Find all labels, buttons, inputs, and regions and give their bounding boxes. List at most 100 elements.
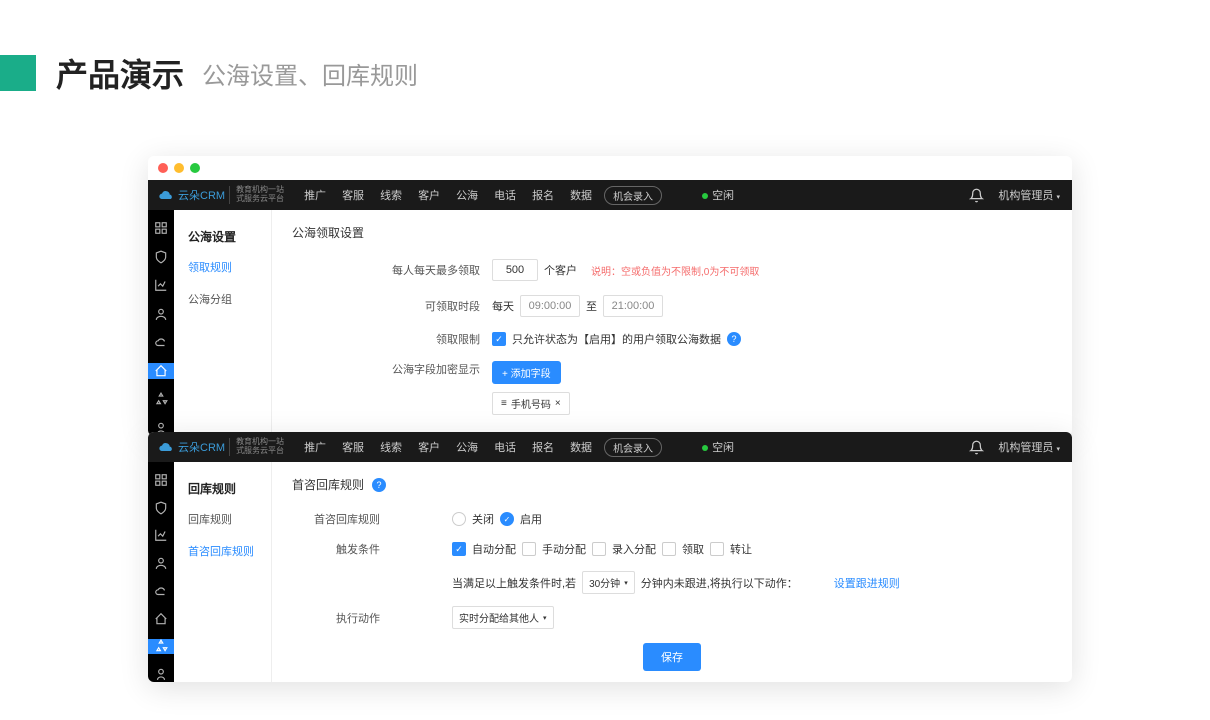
nav-item[interactable]: 线索 xyxy=(380,187,402,203)
user-icon[interactable] xyxy=(154,307,168,321)
mac-minimize-icon[interactable] xyxy=(174,163,184,173)
record-button[interactable]: 机会录入 xyxy=(604,438,662,457)
checkbox-enabled-only[interactable]: ✓ xyxy=(492,332,506,346)
subnav-item-claim-rules[interactable]: 领取规则 xyxy=(174,251,271,283)
nav-item[interactable]: 线索 xyxy=(380,439,402,455)
accent-block xyxy=(0,55,36,91)
radio-off[interactable] xyxy=(452,512,466,526)
logo-subtitle: 教育机构一站式服务云平台 xyxy=(229,438,284,456)
nav-item[interactable]: 推广 xyxy=(304,187,326,203)
help-icon[interactable]: ? xyxy=(727,332,741,346)
side-rail xyxy=(148,210,174,436)
radio-off-label: 关闭 xyxy=(472,511,494,527)
prefix-text: 每天 xyxy=(492,298,514,314)
bell-icon[interactable] xyxy=(969,188,984,203)
content-area: 首咨回库规则 ? 首咨回库规则 关闭 启用 触发条件 ✓自动分配 手动分配 录入… xyxy=(272,462,1072,682)
nav-item[interactable]: 报名 xyxy=(532,439,554,455)
slide-title: 产品演示 xyxy=(56,50,184,96)
window-return-rules: 云朵CRM 教育机构一站式服务云平台 推广 客服 线索 客户 公海 电话 报名 … xyxy=(148,432,1072,682)
record-button[interactable]: 机会录入 xyxy=(604,186,662,205)
shield-icon[interactable] xyxy=(154,501,168,515)
max-claim-input[interactable] xyxy=(492,259,538,281)
user-icon[interactable] xyxy=(154,556,168,570)
nav-item[interactable]: 推广 xyxy=(304,439,326,455)
nav-items: 推广 客服 线索 客户 公海 电话 报名 数据 xyxy=(294,439,592,455)
recycle-icon[interactable] xyxy=(154,392,168,406)
nav-item[interactable]: 客服 xyxy=(342,187,364,203)
window-gonghai-settings: 云朵CRM 教育机构一站式服务云平台 推广 客服 线索 客户 公海 电话 报名 … xyxy=(148,156,1072,436)
nav-item[interactable]: 报名 xyxy=(532,187,554,203)
status-indicator: 空闲 xyxy=(702,187,734,203)
shield-icon[interactable] xyxy=(154,250,168,264)
list-icon: ≡ xyxy=(501,398,507,409)
to-label: 至 xyxy=(586,298,597,314)
field-tag[interactable]: ≡手机号码× xyxy=(492,392,570,415)
help-icon[interactable]: ? xyxy=(372,478,386,492)
sub-nav: 公海设置 领取规则 公海分组 xyxy=(174,210,272,436)
time-to-input[interactable] xyxy=(603,295,663,317)
save-button[interactable]: 保存 xyxy=(643,643,701,671)
chart-icon[interactable] xyxy=(154,528,168,542)
status-indicator: 空闲 xyxy=(702,439,734,455)
nav-item[interactable]: 数据 xyxy=(570,187,592,203)
logo-text: 云朵CRM xyxy=(178,439,225,455)
chk-manual[interactable] xyxy=(522,542,536,556)
action-select[interactable]: 实时分配给其他人▾ xyxy=(452,606,554,629)
subnav-item-groups[interactable]: 公海分组 xyxy=(174,283,271,315)
subnav-item-first-consult[interactable]: 首咨回库规则 xyxy=(174,535,271,567)
remove-icon[interactable]: × xyxy=(555,398,561,409)
status-dot-icon xyxy=(702,193,708,199)
nav-item[interactable]: 客服 xyxy=(342,439,364,455)
recycle-icon[interactable] xyxy=(154,639,168,653)
user-menu[interactable]: 机构管理员 ▾ xyxy=(998,439,1060,455)
chk-claim[interactable] xyxy=(662,542,676,556)
home-icon[interactable] xyxy=(154,612,168,626)
chk-transfer[interactable] xyxy=(710,542,724,556)
time-from-input[interactable] xyxy=(520,295,580,317)
dashboard-icon[interactable] xyxy=(154,221,168,235)
status-dot-icon xyxy=(702,445,708,451)
user-menu[interactable]: 机构管理员 ▾ xyxy=(998,187,1060,203)
mac-close-icon[interactable] xyxy=(158,163,168,173)
logo: 云朵CRM 教育机构一站式服务云平台 xyxy=(148,186,294,204)
label-trigger: 触发条件 xyxy=(292,541,392,557)
label-time-range: 可领取时段 xyxy=(292,298,492,314)
nav-item[interactable]: 客户 xyxy=(418,187,440,203)
content-title: 首咨回库规则 ? xyxy=(292,476,1052,493)
logo-text: 云朵CRM xyxy=(178,187,225,203)
nav-item[interactable]: 电话 xyxy=(494,439,516,455)
content-area: 公海领取设置 每人每天最多领取 个客户 说明：空或负值为不限制,0为不可领取 可… xyxy=(272,210,1072,436)
hint-text: 说明：空或负值为不限制,0为不可领取 xyxy=(591,263,759,278)
cloud-icon[interactable] xyxy=(154,584,168,598)
condition-pre: 当满足以上触发条件时,若 xyxy=(452,575,576,591)
radio-on[interactable] xyxy=(500,512,514,526)
dashboard-icon[interactable] xyxy=(154,473,168,487)
person-icon xyxy=(154,667,168,681)
side-rail xyxy=(148,462,174,682)
subnav-title: 回库规则 xyxy=(174,474,271,503)
logo-subtitle: 教育机构一站式服务云平台 xyxy=(229,186,284,204)
label-action: 执行动作 xyxy=(292,610,392,626)
chk-input[interactable] xyxy=(592,542,606,556)
nav-item[interactable]: 公海 xyxy=(456,439,478,455)
minutes-select[interactable]: 30分钟▾ xyxy=(582,571,635,594)
slide-header: 产品演示 公海设置、回库规则 xyxy=(0,0,1210,96)
nav-item[interactable]: 客户 xyxy=(418,439,440,455)
home-icon[interactable] xyxy=(154,364,168,378)
label-first-rule: 首咨回库规则 xyxy=(292,511,392,527)
cloud-icon[interactable] xyxy=(154,335,168,349)
nav-item[interactable]: 数据 xyxy=(570,439,592,455)
chart-icon[interactable] xyxy=(154,278,168,292)
set-followup-link[interactable]: 设置跟进规则 xyxy=(834,575,900,591)
add-field-button[interactable]: + 添加字段 xyxy=(492,361,561,384)
subnav-item-return-rules[interactable]: 回库规则 xyxy=(174,503,271,535)
suffix-text: 个客户 xyxy=(544,262,577,278)
label-max-claim: 每人每天最多领取 xyxy=(292,262,492,278)
mac-zoom-icon[interactable] xyxy=(190,163,200,173)
nav-item[interactable]: 公海 xyxy=(456,187,478,203)
chk-auto[interactable]: ✓ xyxy=(452,542,466,556)
nav-item[interactable]: 电话 xyxy=(494,187,516,203)
label-encrypt-fields: 公海字段加密显示 xyxy=(292,361,492,377)
checkbox-label: 只允许状态为【启用】的用户领取公海数据 xyxy=(512,331,721,347)
bell-icon[interactable] xyxy=(969,440,984,455)
